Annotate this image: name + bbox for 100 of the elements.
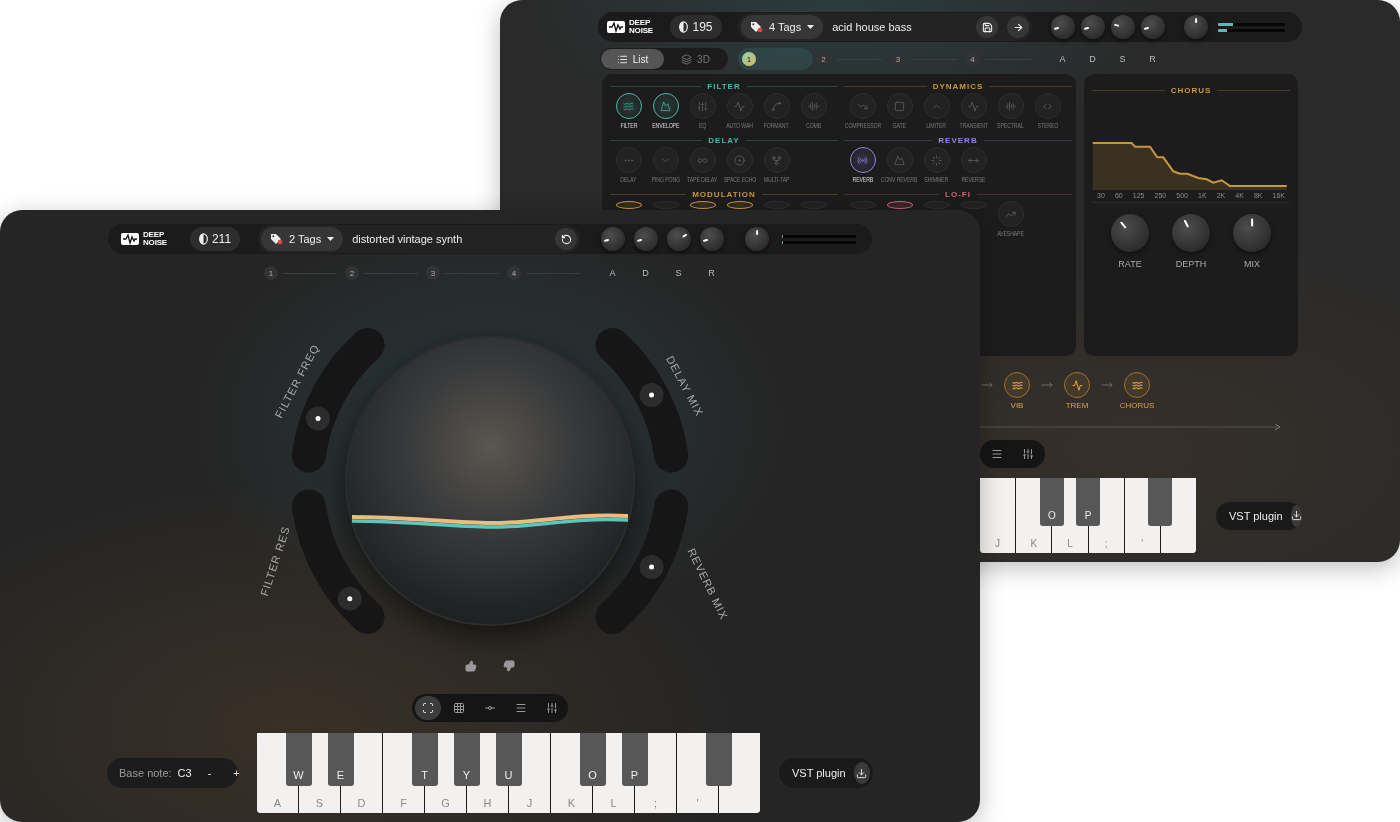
tags-dropdown[interactable]: 4 Tags <box>741 15 824 39</box>
piano-key[interactable]: Y <box>453 733 480 786</box>
piano-key[interactable]: W <box>285 733 312 786</box>
chain-item[interactable]: VIB <box>997 372 1037 410</box>
piano-key[interactable]: U <box>495 733 522 786</box>
peak-icon <box>894 154 905 166</box>
envelope-knob[interactable] <box>1050 15 1075 39</box>
logo-icon <box>121 233 140 245</box>
chorus-knob[interactable] <box>1233 214 1271 252</box>
vst-plugin-button[interactable]: VST plugin <box>779 758 873 788</box>
half-circle-icon <box>679 21 689 33</box>
knob-label: RATE <box>1118 259 1142 269</box>
piano-key[interactable]: O <box>1039 478 1064 526</box>
count-button[interactable]: 195 <box>670 15 722 39</box>
piano-key[interactable]: P <box>621 733 648 786</box>
bars-icon <box>808 100 819 112</box>
pulse-icon <box>968 100 979 112</box>
envelope-knob[interactable] <box>1140 15 1165 39</box>
reset-button[interactable] <box>555 228 577 250</box>
view-tab[interactable]: 3D <box>664 49 727 69</box>
envelope-knob[interactable] <box>1080 15 1105 39</box>
reset-icon <box>560 233 572 245</box>
envelope-label: A <box>1058 54 1067 64</box>
step-tab[interactable]: 3 <box>422 262 503 284</box>
step-tab[interactable]: 4 <box>961 48 1036 70</box>
chorus-knob[interactable] <box>1111 214 1149 252</box>
chorus-knob[interactable] <box>1172 214 1210 252</box>
sliders-icon <box>546 702 558 714</box>
envelope-label: S <box>674 268 683 278</box>
piano-key[interactable]: O <box>579 733 606 786</box>
thumbs-down-button[interactable] <box>503 660 515 672</box>
envelope-label: S <box>1118 54 1127 64</box>
download-icon <box>1290 510 1302 521</box>
step-tab[interactable]: 3 <box>887 48 962 70</box>
decrement-button[interactable]: - <box>201 767 218 779</box>
save-icon <box>981 21 993 33</box>
volume-knob[interactable] <box>745 227 769 251</box>
piano-key[interactable]: E <box>327 733 354 786</box>
next-button[interactable] <box>1007 16 1029 38</box>
slider-thumb[interactable] <box>639 554 664 579</box>
tag-icon <box>270 233 283 245</box>
list-icon <box>991 448 1003 460</box>
envelope-label: A <box>608 268 617 278</box>
piano-key[interactable]: T <box>411 733 438 786</box>
arc-slider[interactable] <box>291 489 385 634</box>
sliders-icon <box>697 100 708 112</box>
wave-icon <box>1131 379 1143 391</box>
envelope-knob[interactable] <box>633 227 658 251</box>
vst-plugin-button[interactable]: VST plugin <box>1216 501 1302 530</box>
list-icon <box>515 702 527 714</box>
volume-knob[interactable] <box>1184 15 1208 39</box>
step-tab[interactable]: 2 <box>341 262 422 284</box>
piano-key[interactable]: P <box>1076 478 1100 526</box>
square-icon <box>894 100 905 112</box>
group-title: MODULATION <box>692 189 756 199</box>
group-title: FILTER <box>707 81 741 91</box>
save-button[interactable] <box>976 16 998 38</box>
step-tab[interactable]: 4 <box>503 262 584 284</box>
step-tab[interactable]: 2 <box>812 48 887 70</box>
layers-icon <box>681 53 693 65</box>
step-tab[interactable]: 1 <box>738 48 813 70</box>
slider-thumb[interactable] <box>306 406 331 431</box>
view-tab[interactable]: List <box>601 49 664 69</box>
knob-label: DEPTH <box>1175 259 1207 269</box>
thumbs-down-icon <box>503 660 515 672</box>
base-note-label: Base note: <box>119 767 172 779</box>
chain-item[interactable]: CHORUS <box>1117 372 1157 410</box>
chain-item[interactable]: TREM <box>1057 372 1097 410</box>
envelope-knob[interactable] <box>600 227 625 251</box>
arc-slider[interactable] <box>595 489 689 634</box>
half-circle-icon <box>198 233 208 245</box>
piano-key[interactable] <box>1148 478 1173 526</box>
thumbs-up-button[interactable] <box>465 660 477 672</box>
increment-button[interactable]: + <box>227 767 246 779</box>
curve-icon <box>771 100 782 112</box>
thumbs-up-icon <box>465 660 477 672</box>
tag-icon <box>750 21 763 33</box>
preset-name: acid house bass <box>832 21 913 33</box>
fork-icon <box>771 154 782 166</box>
envelope-knob[interactable] <box>1110 15 1135 39</box>
slider-thumb[interactable] <box>337 586 362 611</box>
slider-thumb[interactable] <box>639 383 664 408</box>
arc-slider[interactable] <box>595 328 689 473</box>
piano-key[interactable] <box>705 733 732 786</box>
tags-dropdown[interactable]: 2 Tags <box>261 227 344 251</box>
spinner-icon <box>931 154 942 166</box>
envelope-knob[interactable] <box>666 227 691 251</box>
envelope-knob[interactable] <box>699 227 724 251</box>
step-tab[interactable]: 1 <box>260 262 341 284</box>
disc-icon <box>734 154 745 166</box>
caret-icon <box>807 25 815 29</box>
wave-icon <box>1011 379 1023 391</box>
toolbar-button[interactable] <box>415 696 441 720</box>
sliders-icon <box>1022 448 1034 460</box>
logo-wordmark: DEEP NOISE <box>143 231 167 247</box>
count-button[interactable]: 211 <box>189 227 241 251</box>
group-title: REVERB <box>938 135 978 145</box>
envelope-label: D <box>641 268 650 278</box>
envelope-label: R <box>1148 54 1157 64</box>
group-title: DYNAMICS <box>932 81 984 91</box>
